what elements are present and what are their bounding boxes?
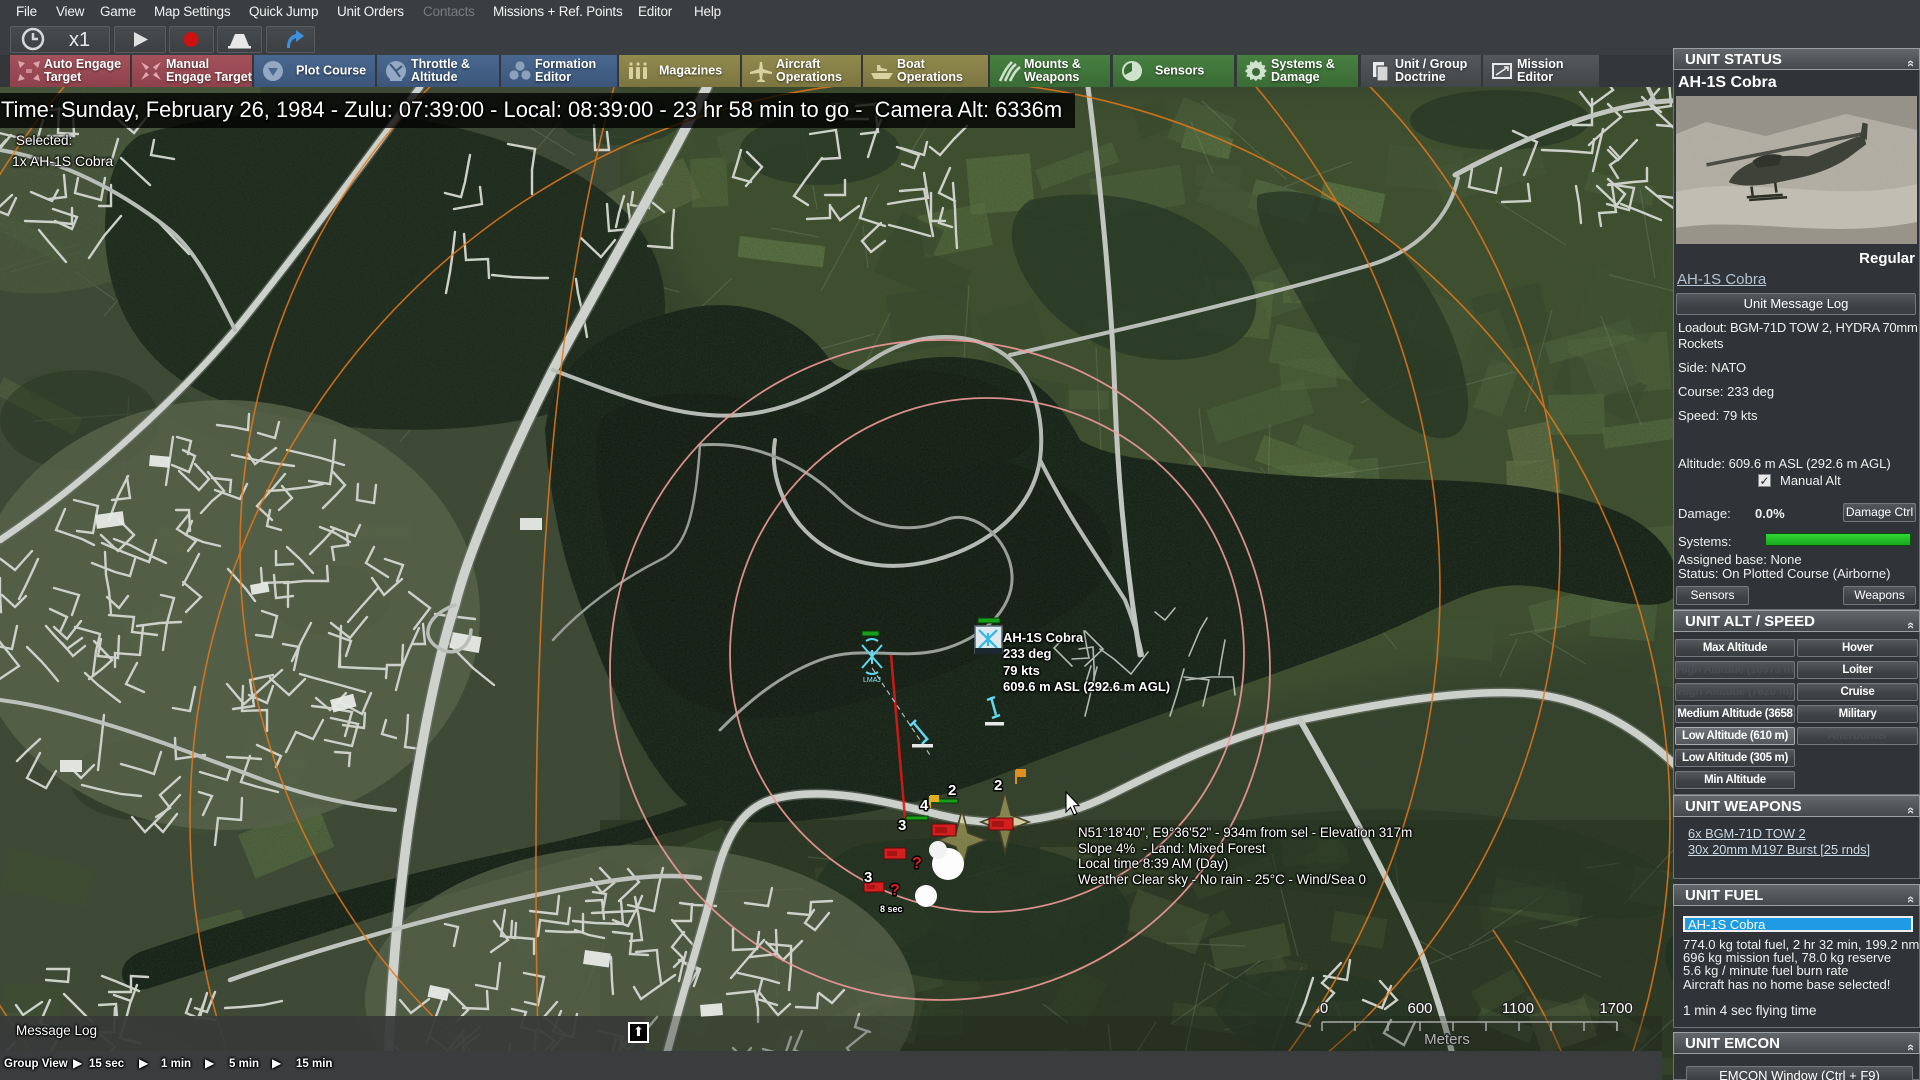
svg-text:3: 3 bbox=[898, 817, 906, 834]
svg-text:600: 600 bbox=[1407, 1000, 1432, 1017]
svg-text:x1: x1 bbox=[69, 29, 90, 51]
svg-text:3: 3 bbox=[864, 869, 872, 886]
svg-text:2: 2 bbox=[948, 782, 956, 799]
svg-text:LMAJ: LMAJ bbox=[863, 677, 881, 684]
svg-text:1100: 1100 bbox=[1502, 1000, 1534, 1017]
svg-text:?: ? bbox=[890, 882, 900, 899]
svg-text:0: 0 bbox=[1320, 1000, 1328, 1017]
svg-text:8 sec: 8 sec bbox=[880, 904, 903, 914]
svg-text:1700: 1700 bbox=[1599, 1000, 1632, 1017]
svg-text:?: ? bbox=[912, 855, 922, 872]
svg-text:4: 4 bbox=[920, 797, 929, 814]
svg-text:2: 2 bbox=[994, 777, 1002, 794]
